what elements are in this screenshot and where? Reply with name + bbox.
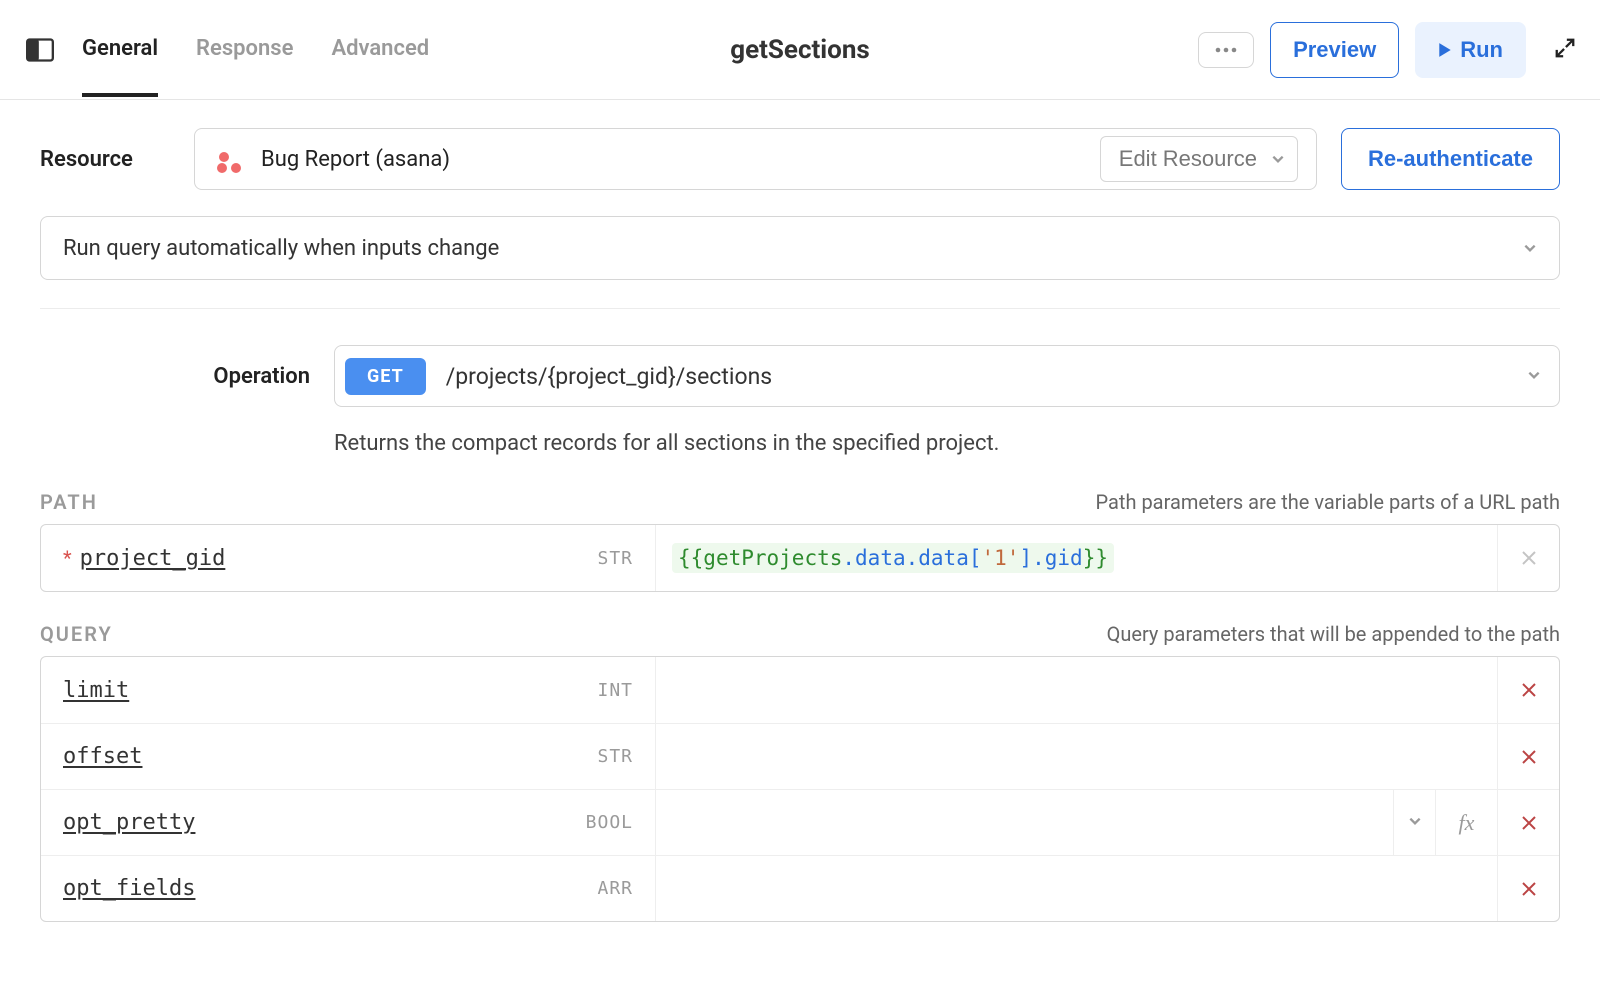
param-type: STR <box>597 746 633 767</box>
bool-dropdown[interactable] <box>1393 790 1435 855</box>
query-params-table: limit INT offset STR opt_pretty BOOL fx opt_fie… <box>40 656 1560 922</box>
param-row: offset STR <box>41 723 1559 789</box>
http-method-badge: GET <box>345 358 426 395</box>
reauthenticate-button[interactable]: Re-authenticate <box>1341 128 1560 190</box>
param-key-cell: opt_pretty BOOL <box>41 790 656 855</box>
header-actions: Preview Run <box>1198 22 1576 78</box>
edit-resource-button[interactable]: Edit Resource <box>1100 136 1298 182</box>
run-mode-label: Run query automatically when inputs chan… <box>63 236 499 261</box>
resource-name: Bug Report (asana) <box>261 147 450 172</box>
tab-general[interactable]: General <box>82 2 158 97</box>
param-type: INT <box>597 680 633 701</box>
chevron-down-icon <box>1523 236 1537 261</box>
chevron-down-icon <box>1527 367 1541 386</box>
play-icon <box>1438 42 1452 58</box>
param-type: BOOL <box>586 812 633 833</box>
param-row: * project_gid STR {{getProjects.data.data['… <box>41 525 1559 591</box>
param-name[interactable]: offset <box>63 744 142 769</box>
query-title: QUERY <box>40 622 113 646</box>
path-title: PATH <box>40 490 98 514</box>
query-description: Query parameters that will be appended t… <box>1107 622 1560 646</box>
path-params-table: * project_gid STR {{getProjects.data.data['… <box>40 524 1560 592</box>
operation-description: Returns the compact records for all sect… <box>334 431 1560 456</box>
param-name[interactable]: opt_fields <box>63 876 195 901</box>
param-name[interactable]: limit <box>63 678 129 703</box>
param-key-cell: * project_gid STR <box>41 525 656 591</box>
param-value-input[interactable] <box>656 856 1497 921</box>
param-row: limit INT <box>41 657 1559 723</box>
param-name[interactable]: project_gid <box>80 546 226 571</box>
required-asterisk: * <box>63 546 72 570</box>
fx-toggle[interactable]: fx <box>1435 790 1497 855</box>
expand-icon[interactable] <box>1554 37 1576 63</box>
param-key-cell: opt_fields ARR <box>41 856 656 921</box>
param-value-input[interactable] <box>656 790 1393 855</box>
tab-advanced[interactable]: Advanced <box>331 2 429 97</box>
param-key-cell: limit INT <box>41 657 656 723</box>
editor-tabs: General Response Advanced <box>82 2 429 97</box>
run-button[interactable]: Run <box>1415 22 1526 78</box>
operation-row: Operation GET /projects/{project_gid}/se… <box>40 345 1560 407</box>
query-section-header: QUERY Query parameters that will be appe… <box>40 622 1560 646</box>
preview-button[interactable]: Preview <box>1270 22 1399 78</box>
chevron-down-icon <box>1271 146 1285 172</box>
run-mode-select[interactable]: Run query automatically when inputs chan… <box>40 216 1560 280</box>
delete-param-button[interactable] <box>1497 657 1559 723</box>
delete-param-button[interactable] <box>1497 724 1559 789</box>
query-editor-header: General Response Advanced getSections Pr… <box>0 0 1600 100</box>
param-value-input[interactable] <box>656 657 1497 723</box>
path-section-header: PATH Path parameters are the variable pa… <box>40 490 1560 514</box>
operation-label: Operation <box>40 364 310 389</box>
more-menu-button[interactable] <box>1198 32 1254 68</box>
delete-param-button[interactable] <box>1497 790 1559 855</box>
tab-response[interactable]: Response <box>196 2 293 97</box>
delete-param-button[interactable] <box>1497 856 1559 921</box>
edit-resource-label: Edit Resource <box>1119 146 1257 172</box>
delete-param-button[interactable] <box>1497 525 1559 591</box>
run-button-label: Run <box>1460 37 1503 63</box>
param-key-cell: offset STR <box>41 724 656 789</box>
param-value-input[interactable]: {{getProjects.data.data['1'].gid}} <box>656 525 1497 591</box>
param-name[interactable]: opt_pretty <box>63 810 195 835</box>
endpoint-path: /projects/{project_gid}/sections <box>446 363 772 390</box>
panel-layout-icon[interactable] <box>24 34 56 66</box>
resource-label: Resource <box>40 147 170 172</box>
param-type: ARR <box>597 878 633 899</box>
param-row: opt_pretty BOOL fx <box>41 789 1559 855</box>
param-value-input[interactable] <box>656 724 1497 789</box>
template-expression: {{getProjects.data.data['1'].gid}} <box>672 543 1114 573</box>
resource-row: Resource Bug Report (asana) Edit Resourc… <box>40 128 1560 190</box>
query-name[interactable]: getSections <box>730 35 870 65</box>
resource-select[interactable]: Bug Report (asana) Edit Resource <box>194 128 1317 190</box>
param-type: STR <box>597 548 633 569</box>
path-description: Path parameters are the variable parts o… <box>1096 490 1560 514</box>
divider <box>40 308 1560 309</box>
asana-icon <box>213 151 247 161</box>
ellipsis-icon <box>1215 47 1237 53</box>
operation-select[interactable]: GET /projects/{project_gid}/sections <box>334 345 1560 407</box>
param-row: opt_fields ARR <box>41 855 1559 921</box>
editor-body: Resource Bug Report (asana) Edit Resourc… <box>0 100 1600 997</box>
